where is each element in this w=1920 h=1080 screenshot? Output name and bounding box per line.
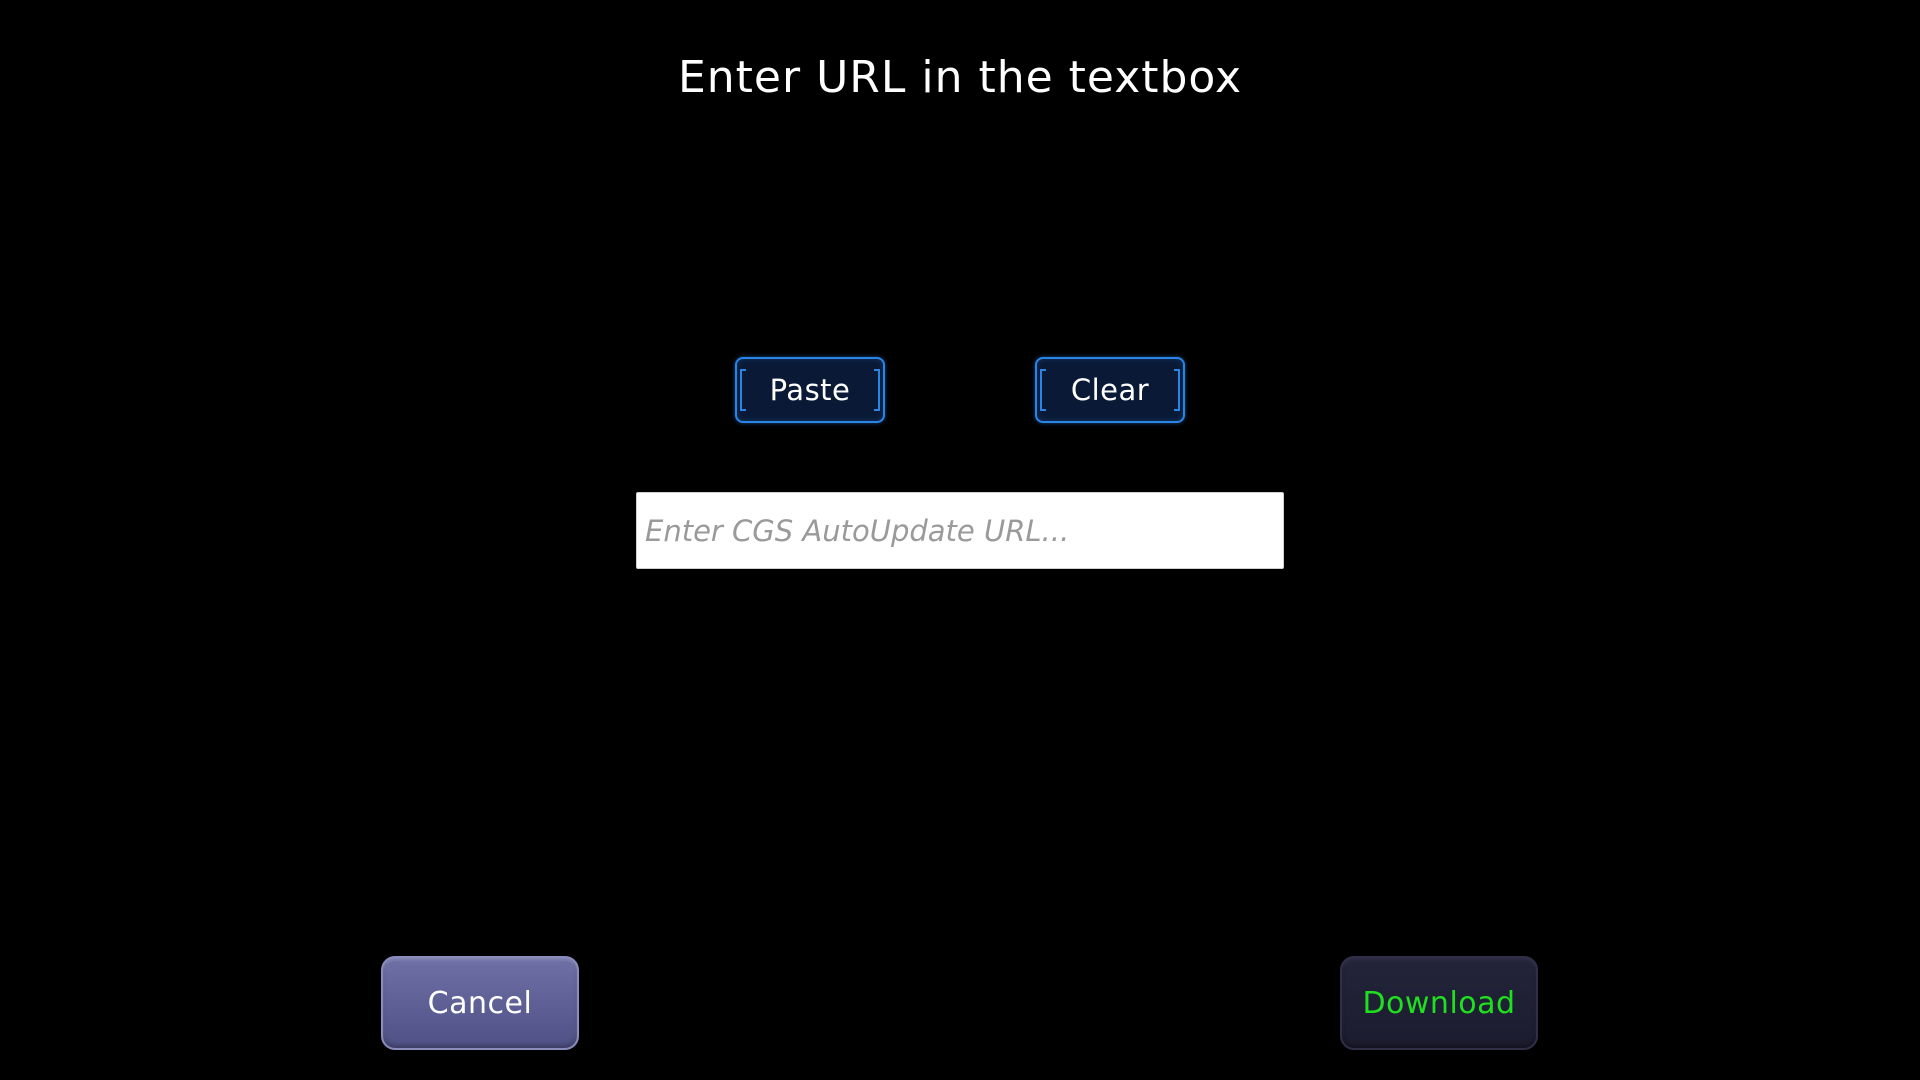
- page-title: Enter URL in the textbox: [677, 52, 1243, 103]
- url-entry-screen: Enter URL in the textbox Paste Clear Can…: [0, 0, 1920, 1080]
- url-input[interactable]: [636, 492, 1284, 569]
- clear-button[interactable]: Clear: [1035, 357, 1185, 423]
- download-button[interactable]: Download: [1340, 956, 1538, 1050]
- cancel-button[interactable]: Cancel: [381, 956, 579, 1050]
- paste-button[interactable]: Paste: [735, 357, 885, 423]
